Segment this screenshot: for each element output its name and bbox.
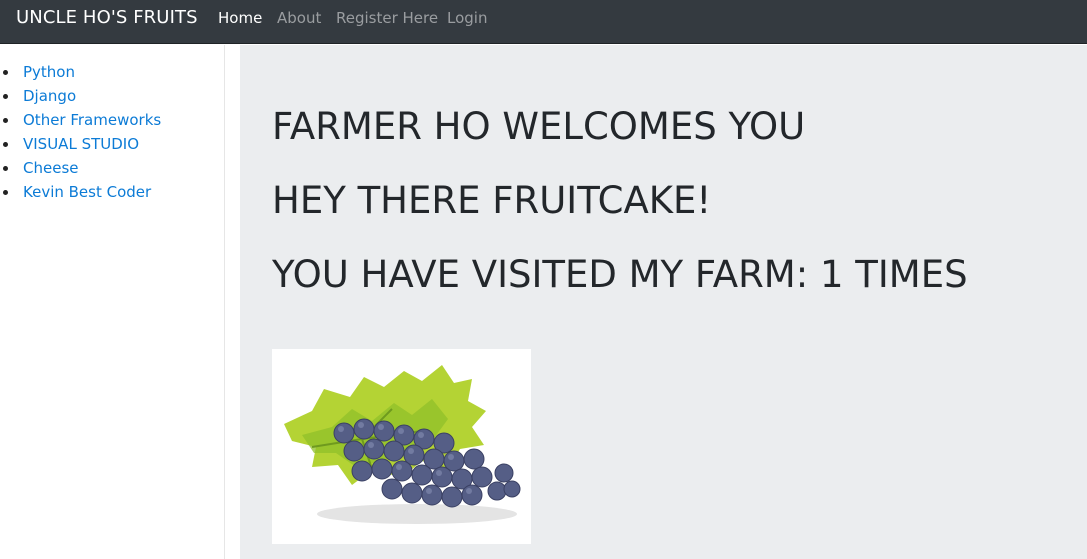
- greeting-heading: HEY THERE FRUITCAKE!: [272, 179, 712, 222]
- sidebar-item-cheese[interactable]: Cheese: [0, 158, 161, 182]
- sidebar-item-label[interactable]: Kevin Best Coder: [23, 183, 151, 201]
- nav-link-register[interactable]: Register Here: [336, 8, 438, 28]
- bullet-icon: [3, 142, 8, 147]
- sidebar-item-label[interactable]: Django: [23, 87, 76, 105]
- main-content: FARMER HO WELCOMES YOU HEY THERE FRUITCA…: [240, 45, 1087, 559]
- bullet-icon: [3, 166, 8, 171]
- sidebar-item-python[interactable]: Python: [0, 62, 161, 86]
- sidebar-item-django[interactable]: Django: [0, 86, 161, 110]
- visit-count-heading: YOU HAVE VISITED MY FARM: 1 TIMES: [272, 253, 968, 296]
- bullet-icon: [3, 70, 8, 75]
- sidebar-list: Python Django Other Frameworks VISUAL ST…: [0, 62, 161, 206]
- sidebar-item-label[interactable]: Python: [23, 63, 75, 81]
- top-navbar: UNCLE HO'S FRUITS Home About Register He…: [0, 0, 1087, 44]
- brand-link[interactable]: UNCLE HO'S FRUITS: [16, 6, 198, 30]
- nav-link-home[interactable]: Home: [218, 8, 262, 28]
- welcome-heading: FARMER HO WELCOMES YOU: [272, 105, 806, 148]
- sidebar: Python Django Other Frameworks VISUAL ST…: [0, 45, 225, 559]
- bullet-icon: [3, 118, 8, 123]
- grapes-illustration: [272, 349, 531, 544]
- sidebar-item-other-frameworks[interactable]: Other Frameworks: [0, 110, 161, 134]
- nav-link-login[interactable]: Login: [447, 8, 487, 28]
- sidebar-item-label[interactable]: Other Frameworks: [23, 111, 161, 129]
- bullet-icon: [3, 94, 8, 99]
- bullet-icon: [3, 190, 8, 195]
- sidebar-item-visual-studio[interactable]: VISUAL STUDIO: [0, 134, 161, 158]
- grapes-image: [272, 349, 531, 544]
- sidebar-item-label[interactable]: Cheese: [23, 159, 78, 177]
- sidebar-item-label[interactable]: VISUAL STUDIO: [23, 135, 139, 153]
- sidebar-item-kevin-best-coder[interactable]: Kevin Best Coder: [0, 182, 161, 206]
- nav-link-about[interactable]: About: [277, 8, 321, 28]
